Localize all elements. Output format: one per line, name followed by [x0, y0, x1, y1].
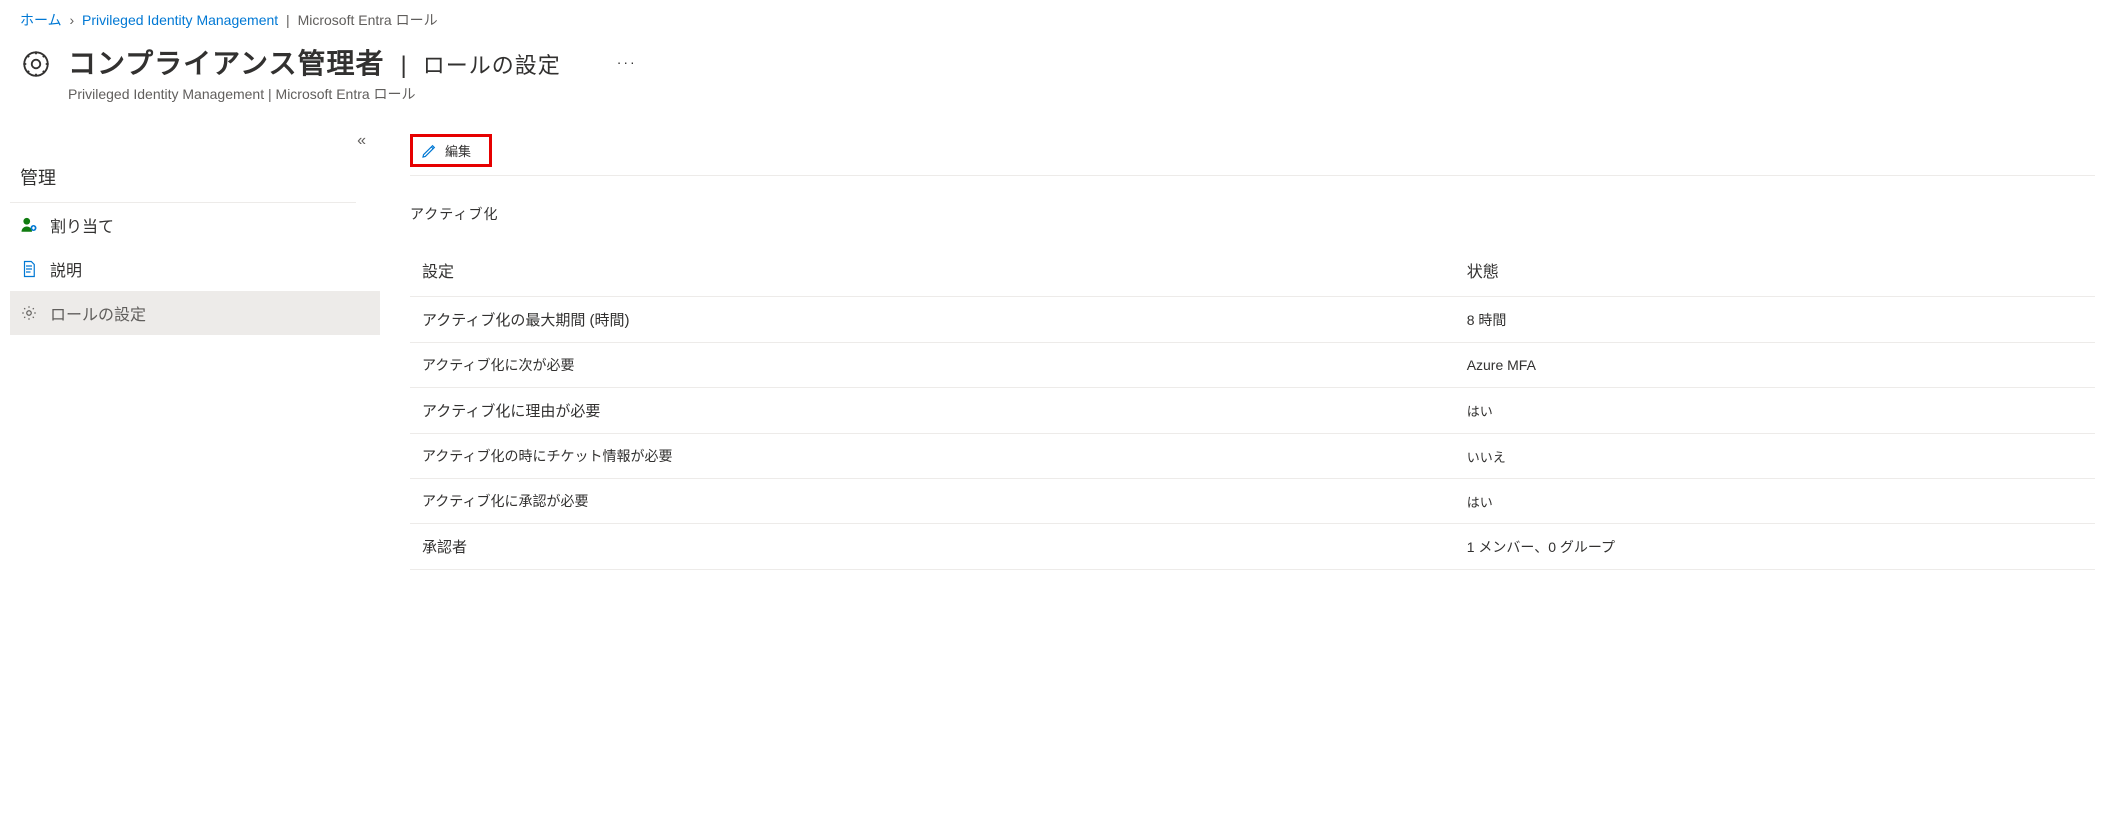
- gear-icon: [20, 48, 52, 80]
- table-row: アクティブ化の時にチケット情報が必要いいえ: [410, 434, 2095, 479]
- title-separator: |: [400, 52, 406, 80]
- document-icon: [20, 260, 38, 278]
- sidebar-item-label: 説明: [50, 257, 82, 281]
- breadcrumb-pim[interactable]: Privileged Identity Management: [82, 12, 278, 28]
- setting-label: アクティブ化に理由が必要: [410, 388, 1455, 434]
- sidebar-section-heading: 管理: [10, 128, 356, 203]
- page-subtitle: Privileged Identity Management | Microso…: [68, 84, 637, 104]
- table-row: アクティブ化の最大期間 (時間)8 時間: [410, 297, 2095, 343]
- section-title-activation: アクティブ化: [410, 204, 2095, 224]
- setting-label: アクティブ化に次が必要: [410, 343, 1455, 388]
- table-row: アクティブ化に理由が必要はい: [410, 388, 2095, 434]
- breadcrumb: ホーム › Privileged Identity Management | M…: [0, 0, 2115, 36]
- toolbar: 編集: [410, 128, 2095, 176]
- more-actions-button[interactable]: ···: [617, 54, 637, 70]
- gear-small-icon: [20, 304, 38, 322]
- table-row: アクティブ化に承認が必要はい: [410, 479, 2095, 524]
- page-title: コンプライアンス管理者: [68, 42, 384, 82]
- sidebar-item-description[interactable]: 説明: [10, 247, 380, 291]
- breadcrumb-home[interactable]: ホーム: [20, 12, 62, 28]
- sidebar-item-label: ロールの設定: [50, 301, 146, 325]
- page-header: コンプライアンス管理者 | ロールの設定 ··· Privileged Iden…: [0, 36, 2115, 128]
- breadcrumb-pipe: |: [286, 12, 290, 28]
- setting-value: はい: [1455, 388, 2095, 434]
- setting-value: 8 時間: [1455, 297, 2095, 343]
- setting-value-approvers[interactable]: 1 メンバー、0 グループ: [1455, 524, 2095, 570]
- breadcrumb-current: Microsoft Entra ロール: [298, 12, 438, 28]
- setting-value: Azure MFA: [1455, 343, 2095, 388]
- sidebar: « 管理 割り当て 説明 ロールの設定: [0, 128, 380, 590]
- main-content: 編集 アクティブ化 設定 状態 アクティブ化の最大期間 (時間)8 時間 アクテ…: [380, 128, 2115, 590]
- edit-button-label: 編集: [445, 141, 471, 160]
- setting-label: アクティブ化の時にチケット情報が必要: [410, 434, 1455, 479]
- settings-table: 設定 状態 アクティブ化の最大期間 (時間)8 時間 アクティブ化に次が必要Az…: [410, 248, 2095, 570]
- sidebar-item-assignments[interactable]: 割り当て: [10, 203, 380, 247]
- col-setting: 設定: [410, 248, 1455, 297]
- setting-label: 承認者: [410, 524, 1455, 570]
- collapse-sidebar-button[interactable]: «: [357, 132, 366, 150]
- person-icon: [20, 216, 38, 234]
- sidebar-item-label: 割り当て: [50, 213, 114, 237]
- col-state: 状態: [1455, 248, 2095, 297]
- page-title-context: ロールの設定: [423, 48, 561, 80]
- sidebar-item-role-settings[interactable]: ロールの設定: [10, 291, 380, 335]
- setting-label: アクティブ化の最大期間 (時間): [410, 297, 1455, 343]
- table-row: アクティブ化に次が必要Azure MFA: [410, 343, 2095, 388]
- table-row: 承認者1 メンバー、0 グループ: [410, 524, 2095, 570]
- edit-button[interactable]: 編集: [410, 134, 492, 167]
- setting-label: アクティブ化に承認が必要: [410, 479, 1455, 524]
- pencil-icon: [421, 143, 437, 159]
- setting-value: はい: [1455, 479, 2095, 524]
- breadcrumb-separator: ›: [69, 12, 74, 28]
- setting-value: いいえ: [1455, 434, 2095, 479]
